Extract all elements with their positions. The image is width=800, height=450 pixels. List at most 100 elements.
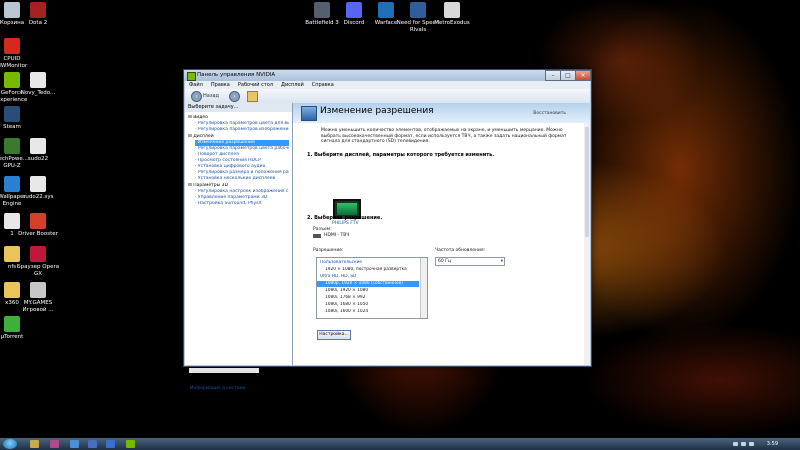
shortcut-label: MY.GAMES Игровой ...	[22, 300, 54, 313]
desktop-shortcut[interactable]: Браузер Opera GX	[16, 246, 60, 277]
menu-item[interactable]: Правка	[211, 82, 230, 88]
content-scrollbar[interactable]	[584, 123, 590, 365]
menu-item[interactable]: Справка	[312, 82, 334, 88]
app-icon	[314, 2, 330, 18]
taskbar: 3:59	[0, 438, 800, 450]
close-button[interactable]: ×	[575, 70, 591, 81]
clock[interactable]: 3:59	[767, 441, 778, 447]
tree-task-link[interactable]: · Регулировка параметров изображения для…	[195, 127, 289, 133]
intro-text: Можно уменьшить количество элементов, от…	[321, 128, 567, 145]
app-icon	[30, 72, 46, 88]
app-icon	[4, 316, 20, 332]
taskbar-app-icon[interactable]	[106, 440, 115, 448]
list-scrollbar[interactable]	[420, 258, 427, 318]
desktop-shortcut[interactable]: Dota 2	[16, 2, 60, 27]
app-icon	[30, 176, 46, 192]
refresh-rate-value: 60 Гц	[438, 259, 451, 264]
tray-volume-icon[interactable]	[741, 442, 746, 446]
resolution-group: Ultra HD, HD, SD	[320, 274, 357, 279]
minimize-button[interactable]: –	[545, 70, 561, 81]
tree-task-link[interactable]: · Настройка Surround, PhysX	[195, 201, 289, 207]
desktop-shortcut[interactable]: sudo22	[16, 138, 60, 163]
connector-value: HDMI - ТВЧ	[324, 233, 350, 238]
horizontal-scrollbar[interactable]	[189, 368, 259, 373]
toolbar: ‹ Назад ›	[185, 89, 590, 103]
resolution-list[interactable]: 1080i, 1600 × 1024 1080i, 1680 × 1050 1080…	[316, 257, 428, 319]
menu-bar: Файл Правка Рабочий стол Дисплей Справка	[185, 81, 590, 89]
refresh-rate-select[interactable]: 60 Гц ▾	[435, 257, 505, 266]
step-1-heading: 1. Выберите дисплей, параметры которого …	[307, 152, 495, 158]
app-icon	[30, 282, 46, 298]
hdmi-icon	[313, 234, 321, 238]
nvidia-control-panel-window[interactable]: Панель управления NVIDIA – □ × Файл Правк…	[183, 69, 592, 391]
taskbar-app-icon[interactable]	[88, 440, 97, 448]
start-button[interactable]	[3, 439, 17, 449]
app-icon	[4, 106, 20, 122]
app-icon	[378, 2, 394, 18]
taskbar-app-icon[interactable]	[30, 440, 39, 448]
shortcut-label: CPUID HWMonitor	[0, 56, 28, 69]
desktop-shortcut[interactable]: Steam	[0, 106, 34, 131]
shortcut-label: µTorrent	[0, 334, 24, 340]
shortcut-label: sudo22	[27, 156, 49, 162]
resolution-item[interactable]: 1080p, 1920 × 1080 (собственное)	[317, 281, 419, 287]
scroll-thumb[interactable]	[585, 127, 589, 237]
app-icon	[346, 2, 362, 18]
app-icon	[410, 2, 426, 18]
resolution-item[interactable]: 1080i, 1768 × 992	[317, 295, 419, 301]
tray-flag-icon[interactable]	[749, 442, 754, 446]
menu-item[interactable]: Файл	[189, 82, 203, 88]
taskbar-app-icon[interactable]	[50, 440, 59, 448]
page-title: Изменение разрешения	[320, 106, 434, 116]
connector-label: Разъем:	[313, 227, 332, 232]
desktop-shortcut[interactable]: sudo22.sys	[16, 176, 60, 201]
desktop-shortcut[interactable]: Novy_Tedo...	[16, 72, 60, 97]
app-icon	[444, 2, 460, 18]
shortcut-label: MetroExodus	[434, 20, 470, 26]
shortcut-label: Браузер Opera GX	[16, 264, 60, 277]
shortcut-label: sudo22.sys	[22, 194, 54, 200]
desktop-shortcut[interactable]: MetroExodus	[430, 2, 474, 27]
forward-arrow-icon[interactable]: ›	[229, 91, 240, 102]
shortcut-label: Steam	[3, 124, 21, 130]
content-pane: Изменение разрешения Восстановить Можно …	[293, 103, 590, 365]
task-pane: Выберите задачу... ⊟ Видео · Регулировка …	[185, 103, 293, 391]
window-title: Панель управления NVIDIA	[197, 72, 276, 78]
display-icon	[301, 106, 317, 121]
system-info-link[interactable]: Информация о системе	[190, 386, 246, 391]
maximize-button[interactable]: □	[560, 70, 576, 81]
menu-item[interactable]: Дисплей	[281, 82, 304, 88]
resolution-item[interactable]: 1920 × 1080, построчная развертка	[317, 267, 419, 273]
resolution-item[interactable]: 1080i, 1680 × 1050	[317, 302, 419, 308]
app-icon	[30, 2, 46, 18]
back-arrow-icon[interactable]: ‹	[191, 91, 202, 102]
step-2-heading: 2. Выберите разрешение.	[307, 215, 383, 221]
taskbar-app-icon[interactable]	[70, 440, 79, 448]
taskbar-app-icon[interactable]	[126, 440, 135, 448]
resolution-item[interactable]: 1080i, 1920 × 1080	[317, 288, 419, 294]
menu-item[interactable]: Рабочий стол	[238, 82, 273, 88]
desktop-shortcut[interactable]: MY.GAMES Игровой ...	[16, 282, 60, 313]
desktop-shortcut[interactable]: µTorrent	[0, 316, 34, 341]
resolution-item[interactable]: 1080i, 1600 × 1024	[317, 309, 419, 315]
tray-network-icon[interactable]	[733, 442, 738, 446]
app-icon	[30, 246, 46, 262]
tree-task-link[interactable]: · Установка нескольких дисплеев	[195, 176, 289, 182]
customize-button[interactable]: Настройка...	[317, 330, 351, 340]
shortcut-label: Driver Booster	[18, 231, 58, 237]
page-header: Изменение разрешения Восстановить	[293, 103, 590, 123]
home-icon[interactable]	[247, 91, 258, 102]
task-pane-header: Выберите задачу...	[185, 103, 292, 112]
restore-link[interactable]: Восстановить	[533, 111, 566, 116]
resolution-group: Пользовательские	[320, 260, 363, 265]
nvidia-icon	[187, 72, 196, 81]
app-icon	[4, 38, 20, 54]
desktop-shortcut[interactable]: CPUID HWMonitor	[0, 38, 34, 69]
display-name[interactable]: PHILIPS FTV	[332, 221, 359, 227]
shortcut-label: Novy_Tedo...	[20, 90, 56, 96]
desktop-shortcut[interactable]: Driver Booster	[16, 213, 60, 238]
shortcut-label: Dota 2	[28, 20, 48, 26]
app-icon	[30, 138, 46, 154]
title-bar[interactable]: Панель управления NVIDIA – □ ×	[184, 70, 591, 81]
back-label[interactable]: Назад	[203, 93, 219, 99]
